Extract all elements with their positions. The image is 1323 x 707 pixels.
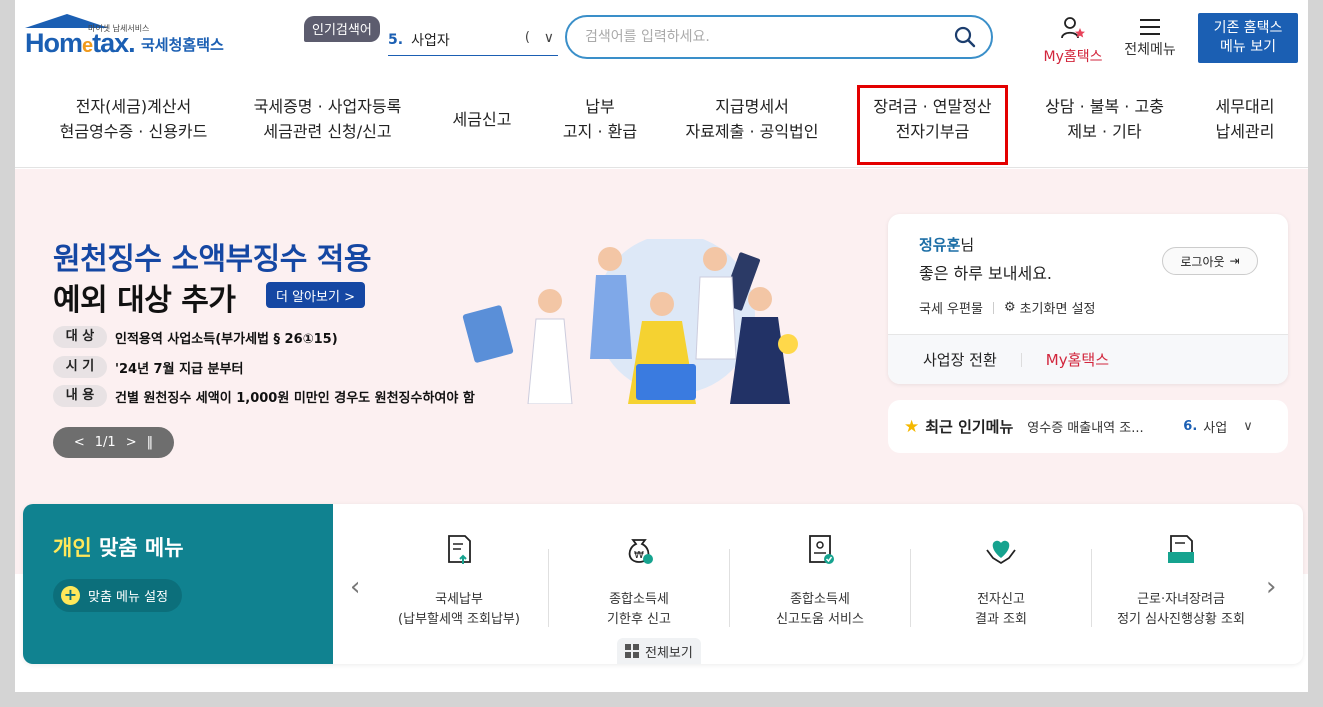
custom-menu-item-tax-payment[interactable]: 국세납부 (납부할세액 조회납부) <box>369 532 549 630</box>
main-navigation: 전자(세금)계산서 현금영수증 · 신용카드 국세증명 · 사업자등록 세금관련 신… <box>15 94 1308 154</box>
popular-search-select[interactable]: 5. 사업자 ( ∨ <box>388 24 558 56</box>
gear-icon: ⚙ <box>1003 300 1016 315</box>
user-star-icon <box>1061 17 1085 39</box>
logo-korean-name: 국세청홈택스 <box>141 36 224 54</box>
logout-button[interactable]: 로그아웃 ⇥ <box>1162 247 1258 275</box>
plus-icon: + <box>61 586 80 605</box>
document-check-icon <box>809 535 834 564</box>
custom-menu-title: 개인 맞춤 메뉴 <box>53 536 184 560</box>
view-all-button[interactable]: 전체보기 <box>617 638 701 664</box>
heart-hands-icon <box>986 540 1016 565</box>
logout-icon: ⇥ <box>1229 254 1240 268</box>
chevron-left-icon[interactable]: < <box>74 435 85 450</box>
banner-more-button[interactable]: 더 알아보기 > <box>266 282 365 308</box>
custom-menu-section: 개인 맞춤 메뉴 + 맞춤 메뉴 설정 ‹ › 국세납부 (납부할세액 조회납부)… <box>23 504 1303 664</box>
banner-row-content: 내 용 건별 원천징수 세액이 1,000원 미만인 경우도 원천징수하여야 함 <box>53 385 475 407</box>
user-name: 정유훈님 <box>919 236 975 254</box>
login-card-footer: 사업장 전환 My홈택스 <box>888 334 1288 384</box>
star-icon: ★ <box>904 416 920 437</box>
search-bar <box>565 15 993 59</box>
popular-search-keyword: 사업자 <box>411 32 450 49</box>
custom-menu-item-incentive-status[interactable]: 근로·자녀장려금 정기 심사진행상황 조회 <box>1091 532 1271 630</box>
logo-wordmark: Hometax. <box>25 28 136 58</box>
chevron-down-icon[interactable]: ∨ <box>1243 419 1253 434</box>
hometax-page: 마이셋 납세서비스 Hometax. 국세청홈택스 인기검색어 5. 사업자 (… <box>15 0 1308 692</box>
chevron-down-icon: ∨ <box>543 30 554 46</box>
custom-menu-item-income-help[interactable]: 종합소득세 신고도움 서비스 <box>730 532 910 630</box>
money-bag-icon: ₩ <box>628 539 653 564</box>
old-hometax-line2: 메뉴 보기 <box>1220 39 1276 55</box>
nav-highlight-box <box>857 85 1008 165</box>
document-upload-icon <box>448 535 471 564</box>
nav-tax-agent[interactable]: 세무대리 납세관리 <box>1205 94 1285 144</box>
hamburger-icon <box>1140 19 1160 35</box>
recent-popular-select[interactable]: 사업 <box>1203 417 1235 436</box>
nav-certificate[interactable]: 국세증명 · 사업자등록 세금관련 신청/신고 <box>245 94 410 144</box>
search-input[interactable] <box>585 29 925 45</box>
chevron-right-icon[interactable]: > <box>126 435 137 450</box>
switch-business-button[interactable]: 사업장 전환 <box>923 349 997 370</box>
custom-menu-setting-button[interactable]: + 맞춤 메뉴 설정 <box>53 579 183 612</box>
all-menu-label: 전체메뉴 <box>1124 42 1176 58</box>
home-setting-link[interactable]: 초기화면 설정 <box>1020 298 1096 317</box>
banner-title-2: 예외 대상 추가 <box>53 283 236 318</box>
search-icon[interactable] <box>953 25 977 49</box>
banner-page-count: 1/1 <box>94 435 116 450</box>
tax-mailbox-link[interactable]: 국세 우편물 <box>919 298 983 317</box>
old-hometax-line1: 기존 홈택스 <box>1213 20 1283 36</box>
recent-popular-item[interactable]: 영수증 매출내역 조... <box>1027 417 1175 436</box>
nav-payment[interactable]: 납부 고지 · 환급 <box>555 94 645 144</box>
login-links: 국세 우편물 ⚙ 초기화면 설정 <box>919 298 1096 317</box>
grid-icon <box>625 644 639 658</box>
user-greeting: 좋은 하루 보내세요. <box>919 264 1053 283</box>
chevron-right-icon: > <box>344 290 355 305</box>
old-hometax-button[interactable]: 기존 홈택스 메뉴 보기 <box>1198 13 1298 63</box>
chevron-left-icon[interactable]: ‹ <box>350 572 360 602</box>
custom-menu-item-e-filing-result[interactable]: 전자신고 결과 조회 <box>911 532 1091 630</box>
hometax-logo[interactable]: 마이셋 납세서비스 Hometax. 국세청홈택스 <box>25 14 240 66</box>
recent-popular-rank: 6. <box>1183 419 1198 434</box>
nav-e-invoice[interactable]: 전자(세금)계산서 현금영수증 · 신용카드 <box>51 94 216 144</box>
banner-title-1: 원천징수 소액부징수 적용 <box>53 242 372 277</box>
banner-people-illustration <box>462 239 798 404</box>
banner-pager: < 1/1 > ‖ <box>53 427 174 458</box>
custom-menu-panel: 개인 맞춤 메뉴 + 맞춤 메뉴 설정 <box>23 504 333 664</box>
my-hometax-label: My홈택스 <box>1043 49 1103 65</box>
my-hometax-link[interactable]: My홈택스 <box>1046 349 1109 370</box>
recent-popular-title: 최근 인기메뉴 <box>925 418 1014 436</box>
my-hometax-button[interactable]: My홈택스 <box>1037 16 1109 66</box>
svg-text:₩: ₩ <box>634 550 644 561</box>
site-header: 마이셋 납세서비스 Hometax. 국세청홈택스 인기검색어 5. 사업자 (… <box>15 0 1308 168</box>
custom-menu-item-income-late[interactable]: ₩ 종합소득세 기한후 신고 <box>549 532 729 630</box>
nav-consult[interactable]: 상담 · 불복 · 고충 제보 · 기타 <box>1032 94 1177 144</box>
recent-popular-menu: ★ 최근 인기메뉴 영수증 매출내역 조... 6. 사업 ∨ <box>888 400 1288 453</box>
folder-document-icon <box>1168 535 1194 563</box>
banner-row-target: 대 상 인적용역 사업소득(부가세법 § 26①15) <box>53 326 338 348</box>
login-card: 정유훈님 좋은 하루 보내세요. 로그아웃 ⇥ 국세 우편물 ⚙ 초기화면 설정 … <box>888 214 1288 384</box>
pause-icon[interactable]: ‖ <box>147 435 154 450</box>
banner-row-period: 시 기 '24년 7월 지급 분부터 <box>53 356 243 378</box>
popular-search-ellipsis: ( <box>524 30 530 45</box>
nav-tax-filing[interactable]: 세금신고 <box>442 107 522 132</box>
popular-search-rank: 5. <box>388 31 404 48</box>
all-menu-button[interactable]: 전체메뉴 <box>1119 16 1181 59</box>
popular-search-badge: 인기검색어 <box>304 16 380 42</box>
nav-payment-statement[interactable]: 지급명세서 자료제출 · 공익법인 <box>677 94 827 144</box>
